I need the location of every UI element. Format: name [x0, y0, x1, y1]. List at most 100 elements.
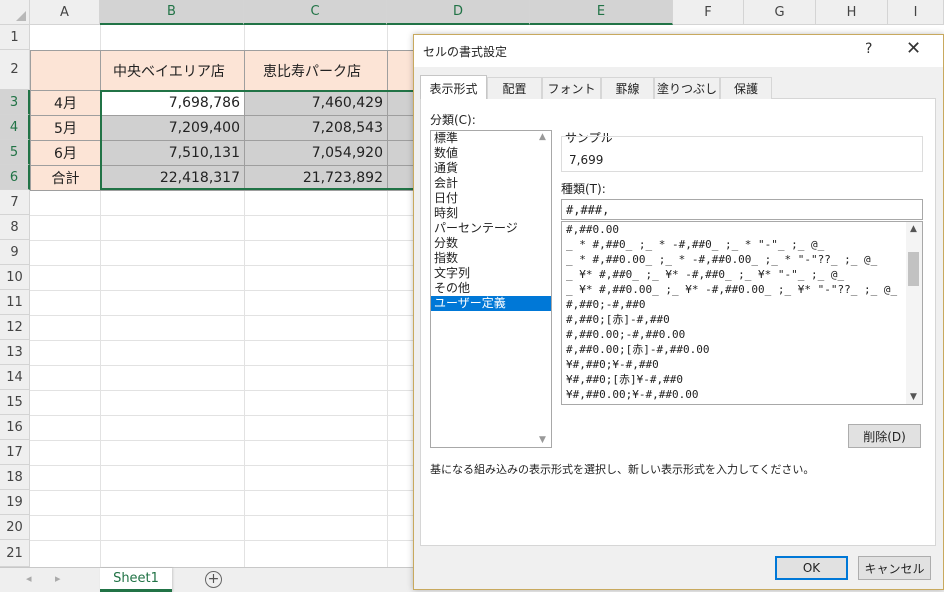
cancel-button[interactable]: キャンセル: [858, 556, 931, 580]
list-item[interactable]: #,##0;[赤]-#,##0: [562, 312, 922, 327]
select-all-corner[interactable]: [0, 0, 30, 25]
data-cell[interactable]: 7,208,543: [244, 115, 388, 141]
tab-border[interactable]: 罫線: [601, 77, 654, 99]
list-item[interactable]: 通貨: [431, 161, 551, 176]
table-header-cell[interactable]: 中央ベイエリア店: [100, 50, 245, 91]
list-item[interactable]: ¥#,##0;¥-#,##0: [562, 357, 922, 372]
scroll-up-icon[interactable]: ▲: [910, 224, 917, 234]
data-cell[interactable]: 22,418,317: [100, 165, 245, 191]
row-header[interactable]: 7: [0, 190, 30, 215]
data-cell[interactable]: 7,209,400: [100, 115, 245, 141]
row-label-cell[interactable]: 4月: [30, 90, 101, 116]
column-header-e[interactable]: E: [530, 0, 673, 25]
column-header-i[interactable]: I: [888, 0, 944, 25]
sample-box: [561, 136, 923, 172]
tab-alignment[interactable]: 配置: [487, 77, 542, 99]
list-item[interactable]: #,##0.00;-#,##0.00: [562, 327, 922, 342]
list-item[interactable]: その他: [431, 281, 551, 296]
data-cell[interactable]: 7,054,920: [244, 140, 388, 166]
list-item[interactable]: _ ¥* #,##0.00_ ;_ ¥* -#,##0.00_ ;_ ¥* "-…: [562, 282, 922, 297]
list-item[interactable]: 時刻: [431, 206, 551, 221]
row-header[interactable]: 10: [0, 265, 30, 290]
row-header[interactable]: 8: [0, 215, 30, 240]
list-item[interactable]: 文字列: [431, 266, 551, 281]
list-item[interactable]: 指数: [431, 251, 551, 266]
format-scrollbar[interactable]: ▲ ▼: [906, 222, 922, 404]
list-item[interactable]: 日付: [431, 191, 551, 206]
category-label: 分類(C):: [430, 113, 476, 127]
data-cell[interactable]: 7,698,786: [100, 90, 245, 116]
type-input[interactable]: [561, 199, 923, 220]
dialog-titlebar[interactable]: セルの書式設定 ? ✕: [414, 35, 943, 67]
close-icon[interactable]: ✕: [906, 38, 921, 59]
row-header[interactable]: 19: [0, 490, 30, 515]
row-label-cell[interactable]: 5月: [30, 115, 101, 141]
help-icon[interactable]: ?: [865, 41, 872, 57]
row-header[interactable]: 20: [0, 515, 30, 540]
column-header-a[interactable]: A: [30, 0, 100, 25]
row-header[interactable]: 12: [0, 315, 30, 340]
data-cell[interactable]: 7,460,429: [244, 90, 388, 116]
ok-button[interactable]: OK: [775, 556, 848, 580]
row-header[interactable]: 13: [0, 340, 30, 365]
list-item[interactable]: ¥#,##0;[赤]¥-#,##0: [562, 372, 922, 387]
row-header[interactable]: 17: [0, 440, 30, 465]
list-item[interactable]: 会計: [431, 176, 551, 191]
format-list[interactable]: #,##0.00 _ * #,##0_ ;_ * -#,##0_ ;_ * "-…: [561, 221, 923, 405]
column-header-b[interactable]: B: [100, 0, 244, 25]
tab-font[interactable]: フォント: [542, 77, 601, 99]
row-header[interactable]: 4: [0, 115, 30, 140]
scroll-down-icon[interactable]: ▼: [539, 435, 546, 445]
row-header[interactable]: 9: [0, 240, 30, 265]
prev-sheet-icon[interactable]: ◂: [26, 572, 32, 585]
tab-number[interactable]: 表示形式: [420, 75, 487, 100]
row-header[interactable]: 14: [0, 365, 30, 390]
category-scrollbar[interactable]: ▲ ▼: [536, 131, 551, 447]
tab-fill[interactable]: 塗りつぶし: [654, 77, 720, 99]
list-item[interactable]: _ ¥* #,##0_ ;_ ¥* -#,##0_ ;_ ¥* "-"_ ;_ …: [562, 267, 922, 282]
row-label-cell[interactable]: 6月: [30, 140, 101, 166]
format-cells-dialog: セルの書式設定 ? ✕ 表示形式 配置 フォント 罫線 塗りつぶし 保護 分類(…: [413, 34, 944, 590]
list-item[interactable]: #,##0.00;[赤]-#,##0.00: [562, 342, 922, 357]
category-list[interactable]: 標準 数値 通貨 会計 日付 時刻 パーセンテージ 分数 指数 文字列 その他 …: [430, 130, 552, 448]
row-header[interactable]: 2: [0, 50, 30, 90]
table-header-cell[interactable]: 恵比寿パーク店: [244, 50, 388, 91]
list-item-selected[interactable]: ユーザー定義: [431, 296, 551, 311]
row-header[interactable]: 5: [0, 140, 30, 165]
row-header[interactable]: 16: [0, 415, 30, 440]
row-header[interactable]: 1: [0, 25, 30, 50]
row-label-cell[interactable]: 合計: [30, 165, 101, 191]
delete-button[interactable]: 削除(D): [848, 424, 921, 448]
tab-protection[interactable]: 保護: [720, 77, 772, 99]
table-header-cell-a[interactable]: [30, 50, 101, 91]
list-item[interactable]: 数値: [431, 146, 551, 161]
row-header[interactable]: 11: [0, 290, 30, 315]
list-item[interactable]: ¥#,##0.00;¥-#,##0.00: [562, 387, 922, 402]
list-item[interactable]: _ * #,##0.00_ ;_ * -#,##0.00_ ;_ * "-"??…: [562, 252, 922, 267]
column-header-h[interactable]: H: [816, 0, 888, 25]
list-item[interactable]: 分数: [431, 236, 551, 251]
data-cell[interactable]: 7,510,131: [100, 140, 245, 166]
row-header[interactable]: 18: [0, 465, 30, 490]
row-header[interactable]: 6: [0, 165, 30, 190]
row-header[interactable]: 21: [0, 540, 30, 567]
row-header[interactable]: 3: [0, 90, 30, 115]
list-item[interactable]: 標準: [431, 131, 551, 146]
next-sheet-icon[interactable]: ▸: [55, 572, 61, 585]
column-header-c[interactable]: C: [244, 0, 387, 25]
scroll-thumb[interactable]: [908, 252, 919, 286]
description-text: 基になる組み込みの表示形式を選択し、新しい表示形式を入力してください。: [430, 463, 815, 476]
column-header-f[interactable]: F: [673, 0, 744, 25]
list-item[interactable]: _ * #,##0_ ;_ * -#,##0_ ;_ * "-"_ ;_ @_: [562, 237, 922, 252]
list-item[interactable]: #,##0;-#,##0: [562, 297, 922, 312]
row-header[interactable]: 15: [0, 390, 30, 415]
sheet-tab-sheet1[interactable]: Sheet1: [100, 568, 172, 592]
scroll-down-icon[interactable]: ▼: [910, 392, 917, 402]
scroll-up-icon[interactable]: ▲: [539, 132, 546, 142]
add-sheet-icon[interactable]: +: [205, 571, 222, 588]
column-header-g[interactable]: G: [744, 0, 816, 25]
column-header-d[interactable]: D: [387, 0, 530, 25]
list-item[interactable]: パーセンテージ: [431, 221, 551, 236]
data-cell[interactable]: 21,723,892: [244, 165, 388, 191]
list-item[interactable]: #,##0.00: [562, 222, 922, 237]
